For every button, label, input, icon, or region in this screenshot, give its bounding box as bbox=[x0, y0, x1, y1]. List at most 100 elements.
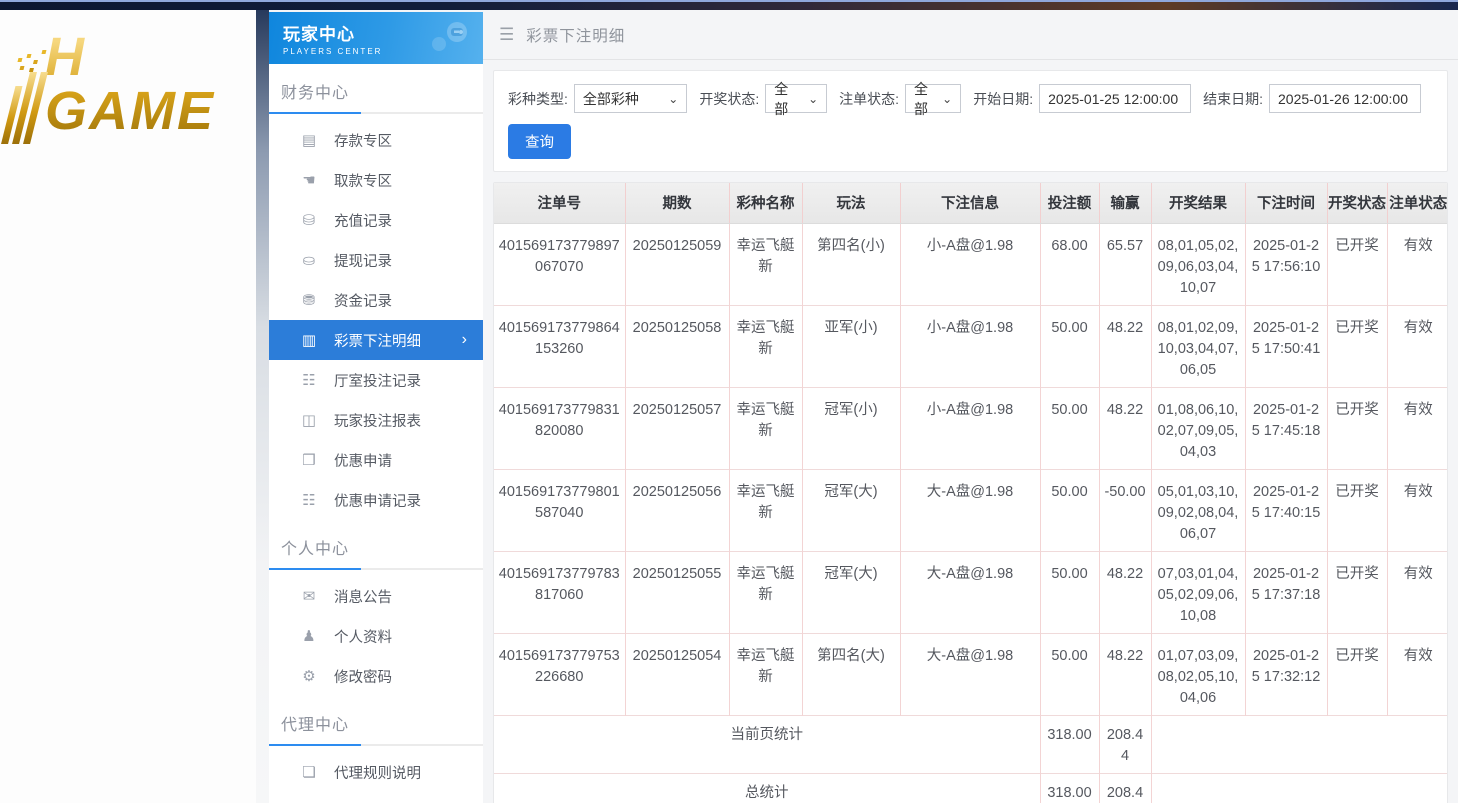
table-cell: 401569173779864153260 bbox=[494, 305, 625, 387]
table-row: 40156917377978381706020250125055幸运飞艇新冠军(… bbox=[494, 551, 1448, 633]
table-cell: 20250125055 bbox=[625, 551, 729, 633]
table-cell: 已开奖 bbox=[1327, 305, 1387, 387]
start-date-label: 开始日期: bbox=[973, 89, 1033, 109]
table-row: 40156917377975322668020250125054幸运飞艇新第四名… bbox=[494, 633, 1448, 715]
sidebar-item-label: 玩家投注报表 bbox=[334, 410, 421, 431]
section-divider bbox=[269, 112, 483, 114]
hh-game-logo: H GAME bbox=[10, 30, 256, 144]
table-cell: 幸运飞艇新 bbox=[729, 633, 802, 715]
table-cell: 已开奖 bbox=[1327, 551, 1387, 633]
sidebar-item-deposit-zone[interactable]: ▤ 存款专区 bbox=[269, 120, 483, 160]
sidebar-item-agent-team-stats[interactable]: ▦代理团队统计 bbox=[269, 792, 483, 803]
draw-status-select[interactable]: 全部 ⌄ bbox=[765, 84, 827, 113]
sidebar-item-label: 提现记录 bbox=[334, 250, 392, 271]
bet-details-table-panel: 注单号期数彩种名称玩法下注信息投注额输赢开奖结果下注时间开奖状态注单状态 401… bbox=[493, 182, 1448, 803]
table-cell: 小-A盘@1.98 bbox=[900, 223, 1040, 305]
chart-icon: ◫ bbox=[299, 411, 319, 429]
panel-left-edge-gradient bbox=[256, 10, 269, 803]
summary-empty-cell bbox=[1151, 773, 1448, 803]
lottery-type-label: 彩种类型: bbox=[508, 89, 568, 109]
person-icon: ♟ bbox=[299, 627, 319, 645]
brand-area: H GAME bbox=[0, 10, 256, 803]
chevron-down-icon: ⌄ bbox=[658, 92, 678, 106]
end-date-input[interactable] bbox=[1269, 84, 1421, 113]
sidebar-item-player-bet-report[interactable]: ◫ 玩家投注报表 bbox=[269, 400, 483, 440]
table-cell: -50.00 bbox=[1099, 469, 1151, 551]
table-cell: 401569173779831820080 bbox=[494, 387, 625, 469]
sidebar-item-label: 存款专区 bbox=[334, 130, 392, 151]
sidebar-item-lottery-bet-details[interactable]: ▥ 彩票下注明细 › bbox=[269, 320, 483, 360]
sidebar-item-label: 修改密码 bbox=[334, 666, 392, 687]
column-header: 下注时间 bbox=[1245, 183, 1327, 223]
sidebar-item-announcements[interactable]: ✉ 消息公告 bbox=[269, 576, 483, 616]
summary-winloss-total: 208.44 bbox=[1099, 715, 1151, 773]
lottery-type-select[interactable]: 全部彩种 ⌄ bbox=[574, 84, 687, 113]
sidebar-item-promo-apply-records[interactable]: ☷优惠申请记录 bbox=[269, 480, 483, 520]
chevron-right-icon: › bbox=[462, 331, 467, 349]
sidebar-item-label: 个人资料 bbox=[334, 626, 392, 647]
table-cell: 有效 bbox=[1387, 387, 1448, 469]
table-cell: 2025-01-25 17:45:18 bbox=[1245, 387, 1327, 469]
table-cell: 有效 bbox=[1387, 305, 1448, 387]
wallet-icon: ⛀ bbox=[299, 251, 319, 269]
sidebar-item-label: 消息公告 bbox=[334, 586, 392, 607]
gear-icon: ⚙ bbox=[299, 667, 319, 685]
sidebar-item-withdraw-zone[interactable]: ☚取款专区 bbox=[269, 160, 483, 200]
table-cell: 48.22 bbox=[1099, 305, 1151, 387]
column-header: 注单号 bbox=[494, 183, 625, 223]
column-header: 期数 bbox=[625, 183, 729, 223]
table-cell: 小-A盘@1.98 bbox=[900, 305, 1040, 387]
summary-label: 总统计 bbox=[494, 773, 1040, 803]
start-date-input[interactable] bbox=[1039, 84, 1191, 113]
withdraw-hand-icon: ☚ bbox=[299, 171, 319, 189]
sidebar-item-hall-bet-records[interactable]: ☷厅室投注记录 bbox=[269, 360, 483, 400]
bell-icon: ✉ bbox=[299, 587, 319, 605]
table-cell: 05,01,03,10,09,02,08,04,06,07 bbox=[1151, 469, 1245, 551]
table-cell: 有效 bbox=[1387, 469, 1448, 551]
player-center-panel: 玩家中心 PLAYERS CENTER 财务中心▤存款专区☚取款专区⛁充值记录⛀… bbox=[256, 10, 1458, 803]
table-cell: 幸运飞艇新 bbox=[729, 223, 802, 305]
sidebar-item-funds-records[interactable]: ⛃资金记录 bbox=[269, 280, 483, 320]
table-cell: 亚军(小) bbox=[802, 305, 900, 387]
sidebar-section-heading: 个人中心 bbox=[269, 520, 483, 568]
bet-list-icon: ▥ bbox=[299, 331, 319, 349]
table-cell: 小-A盘@1.98 bbox=[900, 387, 1040, 469]
table-row: 40156917377980158704020250125056幸运飞艇新冠军(… bbox=[494, 469, 1448, 551]
search-button[interactable]: 查询 bbox=[508, 124, 571, 159]
hamburger-icon[interactable]: ☰ bbox=[499, 25, 514, 45]
sidebar-item-label: 彩票下注明细 bbox=[334, 330, 421, 351]
sidebar-item-promo-apply[interactable]: ❒优惠申请 bbox=[269, 440, 483, 480]
sidebar-item-recharge-records[interactable]: ⛁充值记录 bbox=[269, 200, 483, 240]
column-header: 开奖状态 bbox=[1327, 183, 1387, 223]
deposit-card-icon: ▤ bbox=[299, 131, 319, 149]
sidebar-item-label: 优惠申请 bbox=[334, 450, 392, 471]
table-row: 40156917377983182008020250125057幸运飞艇新冠军(… bbox=[494, 387, 1448, 469]
table-cell: 已开奖 bbox=[1327, 633, 1387, 715]
table-row: 40156917377986415326020250125058幸运飞艇新亚军(… bbox=[494, 305, 1448, 387]
table-cell: 20250125059 bbox=[625, 223, 729, 305]
table-cell: 401569173779897067070 bbox=[494, 223, 625, 305]
table-header-row: 注单号期数彩种名称玩法下注信息投注额输赢开奖结果下注时间开奖状态注单状态 bbox=[494, 183, 1448, 223]
table-cell: 2025-01-25 17:50:41 bbox=[1245, 305, 1327, 387]
table-cell: 幸运飞艇新 bbox=[729, 387, 802, 469]
confetti-dots-decoration bbox=[17, 58, 22, 62]
sidebar-item-label: 资金记录 bbox=[334, 290, 392, 311]
sidebar-header: 玩家中心 PLAYERS CENTER bbox=[269, 12, 483, 64]
sidebar-item-agent-rules[interactable]: ❏代理规则说明 bbox=[269, 752, 483, 792]
sidebar-item-withdrawal-records[interactable]: ⛀ 提现记录 bbox=[269, 240, 483, 280]
summary-bet-total: 318.00 bbox=[1040, 773, 1099, 803]
column-header: 注单状态 bbox=[1387, 183, 1448, 223]
sidebar-item-change-password[interactable]: ⚙ 修改密码 bbox=[269, 656, 483, 696]
order-status-select[interactable]: 全部 ⌄ bbox=[905, 84, 961, 113]
table-cell: 2025-01-25 17:37:18 bbox=[1245, 551, 1327, 633]
end-date-label: 结束日期: bbox=[1203, 89, 1263, 109]
summary-empty-cell bbox=[1151, 715, 1448, 773]
table-cell: 48.22 bbox=[1099, 551, 1151, 633]
chevron-down-icon: ⌄ bbox=[932, 92, 952, 106]
summary-label: 当前页统计 bbox=[494, 715, 1040, 773]
column-header: 彩种名称 bbox=[729, 183, 802, 223]
sidebar-item-profile[interactable]: ♟ 个人资料 bbox=[269, 616, 483, 656]
table-cell: 50.00 bbox=[1040, 387, 1099, 469]
table-cell: 08,01,05,02,09,06,03,04,10,07 bbox=[1151, 223, 1245, 305]
section-divider bbox=[269, 568, 483, 570]
